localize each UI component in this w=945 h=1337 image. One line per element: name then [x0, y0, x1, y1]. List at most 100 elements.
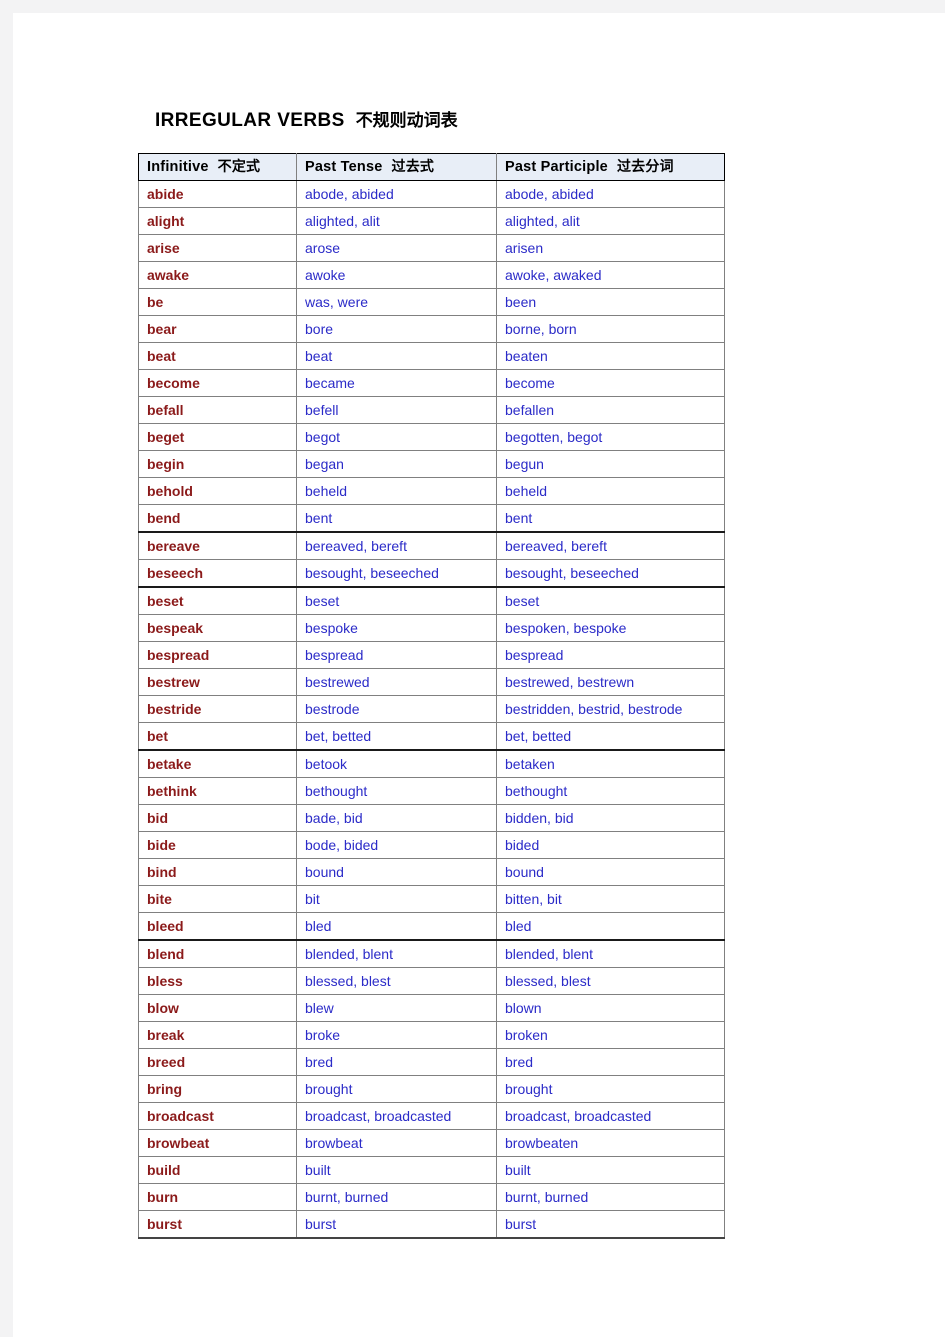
cell-infinitive: begin: [138, 450, 297, 478]
cell-past-tense: broke: [296, 1021, 497, 1049]
cell-past-participle: bent: [496, 504, 725, 533]
cell-infinitive: abide: [138, 180, 297, 208]
cell-infinitive: browbeat: [138, 1129, 297, 1157]
cell-past-participle: borne, born: [496, 315, 725, 343]
cell-infinitive: breed: [138, 1048, 297, 1076]
cell-past-participle: bet, betted: [496, 722, 725, 751]
column-header-past-participle: Past Participle 过去分词: [496, 153, 725, 181]
cell-past-participle: bound: [496, 858, 725, 886]
cell-past-participle: browbeaten: [496, 1129, 725, 1157]
table-row: beset beset beset: [138, 586, 725, 615]
table-row: become became become: [138, 369, 725, 397]
cell-past-participle: bided: [496, 831, 725, 859]
cell-infinitive: bend: [138, 504, 297, 533]
cell-infinitive: burn: [138, 1183, 297, 1211]
cell-infinitive: befall: [138, 396, 297, 424]
cell-infinitive: break: [138, 1021, 297, 1049]
cell-infinitive: build: [138, 1156, 297, 1184]
cell-infinitive: beseech: [138, 559, 297, 588]
cell-past-participle: bereaved, bereft: [496, 531, 725, 560]
cell-past-participle: blown: [496, 994, 725, 1022]
column-header-past-participle-chinese: 过去分词: [616, 158, 674, 175]
table-row: behold beheld beheld: [138, 477, 725, 505]
cell-past-tense: bestrode: [296, 695, 497, 723]
cell-past-participle: begotten, begot: [496, 423, 725, 451]
cell-past-tense: bound: [296, 858, 497, 886]
column-header-infinitive-english: Infinitive: [147, 158, 209, 175]
cell-past-participle: abode, abided: [496, 180, 725, 208]
cell-past-participle: betaken: [496, 749, 725, 778]
cell-infinitive: bet: [138, 722, 297, 751]
table-row: bespeak bespoke bespoken, bespoke: [138, 614, 725, 642]
document-page: IRREGULAR VERBS 不规则动词表 Infinitive 不定式 Past…: [13, 13, 945, 1337]
cell-infinitive: blow: [138, 994, 297, 1022]
cell-infinitive: beat: [138, 342, 297, 370]
cell-past-participle: brought: [496, 1075, 725, 1103]
cell-past-participle: bethought: [496, 777, 725, 805]
cell-past-participle: awoke, awaked: [496, 261, 725, 289]
cell-past-tense: bred: [296, 1048, 497, 1076]
cell-past-tense: blended, blent: [296, 939, 497, 968]
table-row: beat beat beaten: [138, 342, 725, 370]
cell-past-tense: built: [296, 1156, 497, 1184]
cell-infinitive: arise: [138, 234, 297, 262]
cell-infinitive: bleed: [138, 912, 297, 941]
cell-infinitive: bring: [138, 1075, 297, 1103]
cell-infinitive: bless: [138, 967, 297, 995]
cell-infinitive: behold: [138, 477, 297, 505]
table-row: bide bode, bided bided: [138, 831, 725, 859]
cell-past-participle: built: [496, 1156, 725, 1184]
cell-infinitive: bid: [138, 804, 297, 832]
cell-past-tense: bore: [296, 315, 497, 343]
cell-past-participle: bidden, bid: [496, 804, 725, 832]
cell-infinitive: beget: [138, 423, 297, 451]
table-row: bind bound bound: [138, 858, 725, 886]
page-margin-top: [0, 0, 945, 13]
cell-infinitive: bestrew: [138, 668, 297, 696]
cell-past-tense: bethought: [296, 777, 497, 805]
cell-past-participle: begun: [496, 450, 725, 478]
cell-past-tense: bled: [296, 912, 497, 941]
cell-past-tense: arose: [296, 234, 497, 262]
cell-past-tense: bestrewed: [296, 668, 497, 696]
table-row: beseech besought, beseeched besought, bese…: [138, 559, 725, 588]
page-title: IRREGULAR VERBS 不规则动词表: [155, 106, 458, 132]
table-row: build built built: [138, 1156, 725, 1184]
cell-past-participle: besought, beseeched: [496, 559, 725, 588]
table-header: Infinitive 不定式 Past Tense 过去式 Past Partici…: [138, 153, 725, 181]
cell-past-participle: been: [496, 288, 725, 316]
cell-past-tense: burst: [296, 1210, 497, 1239]
table-row: bestrew bestrewed bestrewed, bestrewn: [138, 668, 725, 696]
table-row: bespread bespread bespread: [138, 641, 725, 669]
cell-infinitive: betake: [138, 749, 297, 778]
cell-past-participle: broken: [496, 1021, 725, 1049]
table-row: bear bore borne, born: [138, 315, 725, 343]
cell-past-participle: burnt, burned: [496, 1183, 725, 1211]
table-row: burn burnt, burned burnt, burned: [138, 1183, 725, 1211]
column-header-infinitive: Infinitive 不定式: [138, 153, 297, 181]
table-row: break broke broken: [138, 1021, 725, 1049]
cell-past-participle: broadcast, broadcasted: [496, 1102, 725, 1130]
cell-infinitive: broadcast: [138, 1102, 297, 1130]
cell-infinitive: bear: [138, 315, 297, 343]
table-row: begin began begun: [138, 450, 725, 478]
table-row: awake awoke awoke, awaked: [138, 261, 725, 289]
cell-past-participle: alighted, alit: [496, 207, 725, 235]
cell-past-tense: was, were: [296, 288, 497, 316]
cell-past-tense: beat: [296, 342, 497, 370]
table-row: arise arose arisen: [138, 234, 725, 262]
cell-past-tense: besought, beseeched: [296, 559, 497, 588]
cell-past-tense: blessed, blest: [296, 967, 497, 995]
cell-past-participle: blessed, blest: [496, 967, 725, 995]
cell-past-tense: awoke: [296, 261, 497, 289]
cell-infinitive: be: [138, 288, 297, 316]
cell-past-tense: befell: [296, 396, 497, 424]
column-header-past-participle-english: Past Participle: [505, 158, 608, 175]
table-row: beget begot begotten, begot: [138, 423, 725, 451]
cell-past-tense: betook: [296, 749, 497, 778]
cell-past-participle: beaten: [496, 342, 725, 370]
cell-past-tense: beheld: [296, 477, 497, 505]
cell-infinitive: bind: [138, 858, 297, 886]
cell-infinitive: become: [138, 369, 297, 397]
cell-past-participle: arisen: [496, 234, 725, 262]
